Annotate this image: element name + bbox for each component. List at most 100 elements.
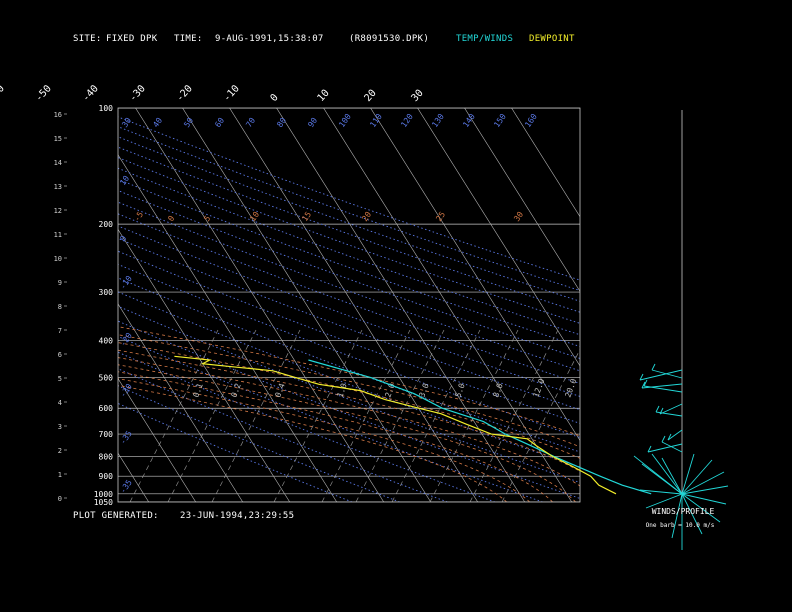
- height-km-label: 0: [58, 495, 62, 503]
- pressure-label: 100: [99, 104, 114, 113]
- dry-adiabat: [118, 277, 580, 453]
- pressure-label: 400: [99, 336, 114, 345]
- mixing-ratio-label: 0.4: [273, 382, 286, 399]
- dry-adiabat-label: 50: [182, 116, 195, 129]
- moist-adiabat-label: -5: [132, 210, 145, 223]
- skew-t-diagram: 1002003004005006007008009001000105001234…: [0, 83, 729, 550]
- dry-adiabat-left-label: -30: [118, 382, 134, 399]
- wind-barb-flag: [651, 363, 656, 371]
- wind-ray: [641, 463, 683, 495]
- winds-profile-title: WINDS/PROFILE: [652, 507, 715, 516]
- height-km-label: 3: [58, 423, 62, 431]
- pressure-label: 500: [99, 374, 114, 383]
- dry-adiabat-left-label: -35: [118, 429, 134, 446]
- dry-adiabat-left-label: -20: [118, 331, 134, 348]
- height-km-label: 15: [54, 135, 62, 143]
- dry-adiabat-label: 130: [430, 112, 446, 129]
- isotherm-line: [511, 108, 580, 218]
- mixing-ratio-label: 5.0: [453, 382, 466, 399]
- pressure-label: 200: [99, 220, 114, 229]
- wind-barb: [655, 411, 683, 417]
- dry-adiabat-left-label: 0: [118, 234, 128, 243]
- pressure-label: 1050: [94, 498, 113, 507]
- height-km-label: 1: [58, 471, 62, 479]
- wind-ray: [681, 459, 713, 495]
- pressure-label: 900: [99, 472, 114, 481]
- wind-ray: [645, 493, 683, 509]
- dry-adiabat-label: 160: [523, 112, 539, 129]
- dry-adiabat: [118, 351, 496, 502]
- dry-adiabat-label: 70: [244, 116, 257, 129]
- temperature-tick-label: 20: [363, 88, 379, 104]
- height-km-label: 11: [54, 231, 62, 239]
- wind-barb-flag: [661, 435, 666, 443]
- mixing-ratio-label: 1.0: [335, 382, 348, 399]
- isotherm-line: [118, 378, 197, 502]
- wind-barb: [643, 385, 683, 393]
- height-km-label: 14: [54, 159, 62, 167]
- moist-adiabat-label: 20: [360, 210, 373, 223]
- wind-barb-flag: [655, 405, 660, 413]
- height-km-label: 16: [54, 111, 62, 119]
- dry-adiabat-left-label: -35: [118, 478, 134, 495]
- dry-adiabat-label: 150: [492, 112, 508, 129]
- moist-adiabat-label: 30: [512, 210, 525, 223]
- dry-adiabat: [118, 126, 580, 292]
- dry-adiabat-label: 100: [337, 112, 353, 129]
- isotherm-line: [464, 108, 580, 292]
- height-km-label: 12: [54, 207, 62, 215]
- dry-adiabat-label: 110: [368, 112, 384, 129]
- pressure-label: 600: [99, 404, 114, 413]
- wind-barb: [641, 383, 683, 389]
- moist-adiabat: [118, 342, 580, 459]
- isotherm-line: [276, 108, 526, 502]
- dry-adiabat-label: 140: [461, 112, 477, 129]
- temperature-tick-label: -20: [175, 83, 195, 104]
- isotherm-line: [0, 108, 102, 502]
- winds-profile-subtitle: One barb = 10.0 m/s: [646, 522, 715, 529]
- dry-adiabat-label: 60: [213, 116, 226, 129]
- mixing-ratio-label: 20.0: [563, 377, 578, 398]
- isotherm-line: [118, 228, 291, 502]
- pressure-label: 800: [99, 452, 114, 461]
- dry-adiabat: [118, 291, 580, 468]
- height-km-label: 8: [58, 303, 62, 311]
- moist-adiabat: [118, 357, 580, 487]
- pressure-label: 300: [99, 288, 114, 297]
- wind-ray: [661, 457, 683, 495]
- moist-adiabat: [118, 364, 576, 502]
- temperature-trace: [308, 359, 652, 495]
- temperature-tick-label: 30: [410, 88, 426, 104]
- height-km-label: 7: [58, 327, 62, 335]
- temperature-tick-label: -10: [222, 83, 242, 104]
- plot-area: [0, 108, 580, 502]
- wind-barb: [639, 369, 683, 381]
- height-km-label: 5: [58, 375, 62, 383]
- temperature-tick-label: -40: [81, 83, 101, 104]
- isotherm-line: [182, 108, 432, 502]
- height-km-label: 13: [54, 183, 62, 191]
- temperature-tick-label: 0: [269, 92, 281, 104]
- temperature-tick-label: -60: [0, 83, 7, 104]
- dry-adiabat-label: 80: [275, 116, 288, 129]
- dry-adiabat: [118, 335, 543, 502]
- pressure-label: 700: [99, 430, 114, 439]
- winds-profile-panel: [633, 110, 729, 550]
- isotherm-line: [323, 108, 573, 502]
- moist-adiabat-label: 5: [202, 214, 212, 223]
- height-km-label: 10: [54, 255, 62, 263]
- dry-adiabat-label: 30: [120, 116, 133, 129]
- moist-adiabat-label: 15: [300, 210, 313, 223]
- wind-barb: [659, 403, 683, 415]
- dry-adiabat-left-label: -10: [118, 274, 134, 291]
- dry-adiabat-label: 120: [399, 112, 415, 129]
- isotherm-line: [0, 108, 55, 502]
- dry-adiabat: [118, 116, 580, 281]
- dry-adiabat-label: 90: [306, 116, 319, 129]
- temperature-tick-label: -30: [128, 83, 148, 104]
- wind-barb: [661, 441, 683, 453]
- moist-adiabat-label: 10: [248, 210, 261, 223]
- wind-barb: [647, 443, 683, 453]
- temperature-tick-label: 10: [316, 88, 332, 104]
- wind-ray: [681, 453, 695, 495]
